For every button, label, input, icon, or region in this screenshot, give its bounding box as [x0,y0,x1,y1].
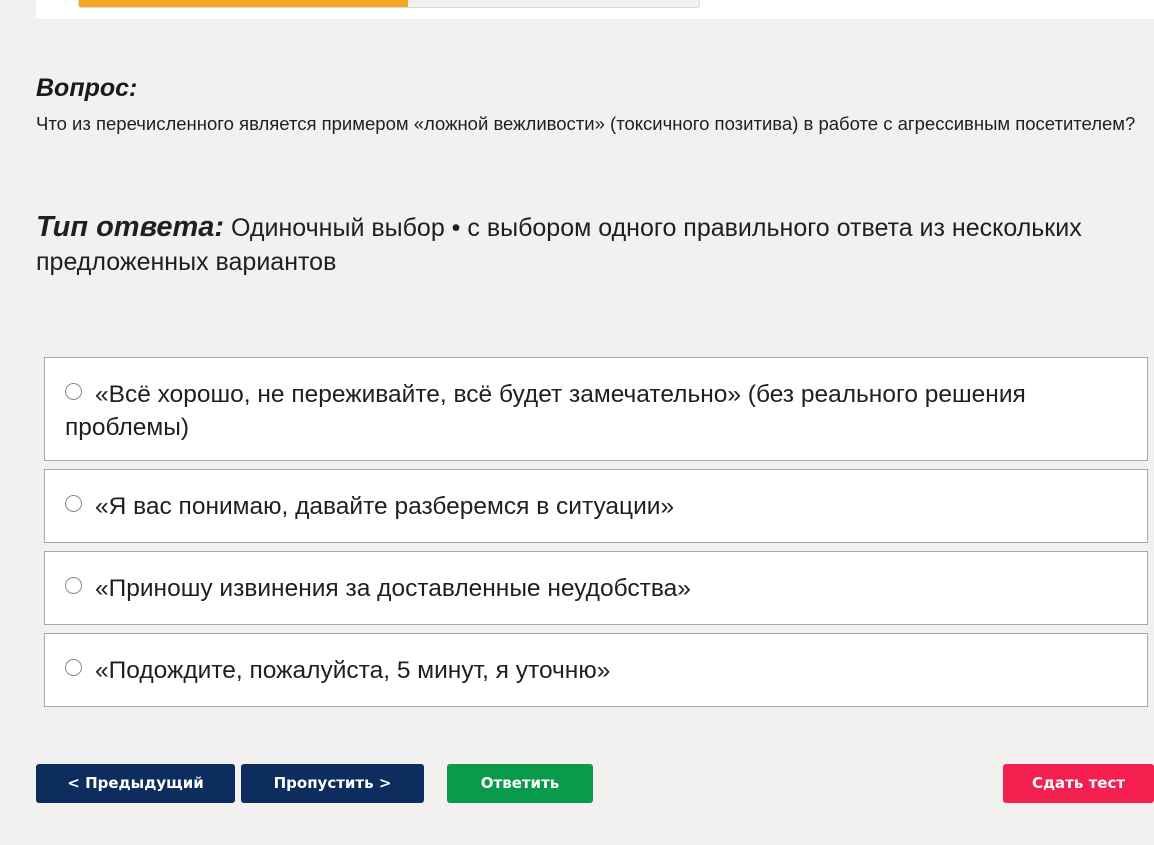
answer-option-text: «Я вас понимаю, давайте разберемся в сит… [95,493,675,520]
answer-option-2[interactable]: «Я вас понимаю, давайте разберемся в сит… [44,469,1148,543]
answer-option-1[interactable]: «Всё хорошо, не переживайте, всё будет з… [44,357,1148,461]
answer-option-text: «Подождите, пожалуйста, 5 минут, я уточн… [95,657,611,684]
radio-button-icon[interactable] [65,495,82,512]
answer-option-4[interactable]: «Подождите, пожалуйста, 5 минут, я уточн… [44,633,1148,707]
progress-panel [36,0,1154,19]
submit-test-button[interactable]: Сдать тест [1003,764,1154,803]
answer-option-text: «Всё хорошо, не переживайте, всё будет з… [65,381,1026,441]
progress-bar [78,0,700,8]
answer-option-text: «Приношу извинения за доставленные неудо… [95,575,691,602]
progress-bar-fill [79,0,408,7]
radio-button-icon[interactable] [65,577,82,594]
answer-type: Тип ответа: Одиночный выбор • с выбором … [36,210,1146,279]
question-label: Вопрос: [36,74,138,102]
radio-button-icon[interactable] [65,383,82,400]
answer-type-label: Тип ответа: [36,211,225,243]
previous-button[interactable]: < Предыдущий [36,764,235,803]
skip-button[interactable]: Пропустить > [241,764,424,803]
answer-button[interactable]: Ответить [447,764,593,803]
question-text: Что из перечисленного является примером … [36,113,1136,134]
answer-option-3[interactable]: «Приношу извинения за доставленные неудо… [44,551,1148,625]
radio-button-icon[interactable] [65,659,82,676]
